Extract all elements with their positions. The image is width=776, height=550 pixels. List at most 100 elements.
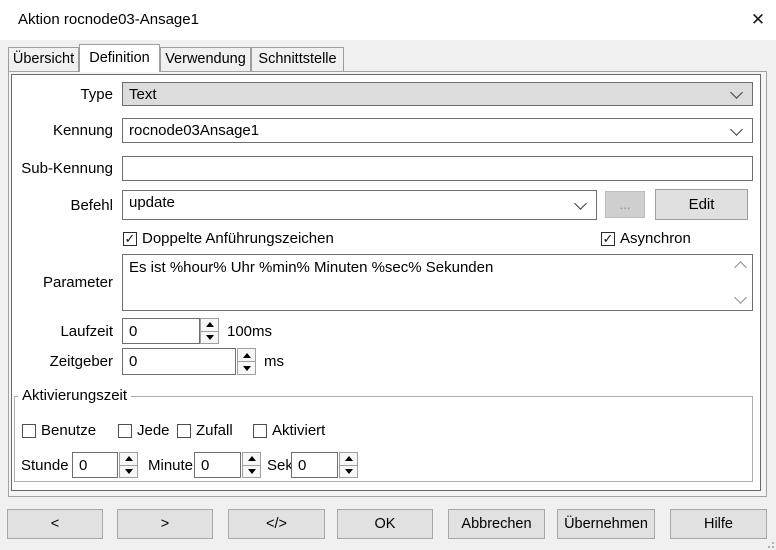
next-button-label: > [161, 516, 169, 532]
tab-label: Definition [89, 50, 149, 66]
checkbox-jede[interactable] [118, 424, 132, 438]
spin-up-button[interactable] [339, 452, 358, 466]
edit-button[interactable]: Edit [655, 189, 748, 220]
uebernehmen-button[interactable]: Übernehmen [557, 509, 655, 539]
befehl-more-button[interactable]: ... [605, 191, 645, 218]
tab-label: Verwendung [165, 51, 246, 67]
spin-up-button[interactable] [200, 318, 219, 332]
checkbox-jede-label: Jede [137, 423, 170, 439]
spin-down-button[interactable] [242, 466, 261, 479]
edit-button-label: Edit [689, 196, 715, 213]
checkbox-asynchron-label: Asynchron [620, 231, 691, 247]
parameter-value: Es ist %hour% Uhr %min% Minuten %sec% Se… [129, 259, 493, 276]
kennung-value: rocnode03Ansage1 [129, 122, 259, 139]
aktivierungszeit-title: Aktivierungszeit [18, 388, 131, 404]
tab-verwendung[interactable]: Verwendung [160, 47, 251, 71]
ok-button-label: OK [375, 516, 396, 532]
spin-down-icon [125, 469, 133, 474]
stunde-input[interactable] [72, 452, 118, 478]
checkbox-zufall-label: Zufall [196, 423, 233, 439]
stunde-stepper [119, 452, 138, 478]
ok-button[interactable]: OK [337, 509, 433, 539]
spin-down-button[interactable] [339, 466, 358, 479]
spin-down-icon [248, 469, 256, 474]
code-button[interactable]: </> [228, 509, 325, 539]
zeitgeber-stepper [237, 348, 256, 375]
next-button[interactable]: > [117, 509, 213, 539]
befehl-value: update [129, 194, 175, 211]
parameter-label: Parameter [10, 254, 113, 311]
close-icon[interactable]: ✕ [740, 0, 776, 40]
checkbox-doppelte-label: Doppelte Anführungszeichen [142, 231, 334, 247]
spin-down-button[interactable] [119, 466, 138, 479]
checkbox-zufall[interactable] [177, 424, 191, 438]
resize-grip-icon[interactable] [766, 540, 774, 548]
spin-up-button[interactable] [237, 348, 256, 362]
scroll-down-icon[interactable] [734, 291, 747, 304]
window-title: Aktion rocnode03-Ansage1 [18, 0, 199, 40]
spin-down-icon [345, 469, 353, 474]
parameter-textarea[interactable]: Es ist %hour% Uhr %min% Minuten %sec% Se… [122, 254, 753, 311]
zeitgeber-label: Zeitgeber [10, 348, 113, 375]
chevron-down-icon [730, 123, 743, 136]
laufzeit-label: Laufzeit [10, 318, 113, 344]
scroll-up-icon[interactable] [734, 261, 747, 274]
abbrechen-button-label: Abbrechen [461, 516, 531, 532]
laufzeit-unit: 100ms [227, 318, 272, 344]
spin-up-button[interactable] [242, 452, 261, 466]
spin-up-button[interactable] [119, 452, 138, 466]
type-dropdown[interactable]: Text [122, 82, 753, 106]
hilfe-button-label: Hilfe [704, 516, 733, 532]
checkbox-aktiviert[interactable] [253, 424, 267, 438]
sub-kennung-input[interactable] [122, 156, 753, 181]
checkbox-benutze[interactable] [22, 424, 36, 438]
spin-up-icon [206, 322, 214, 327]
ellipsis-icon: ... [620, 197, 631, 212]
tab-uebersicht[interactable]: Übersicht [8, 47, 79, 71]
befehl-label: Befehl [10, 190, 113, 220]
tab-schnittstelle[interactable]: Schnittstelle [251, 47, 344, 71]
stunde-label: Stunde [21, 452, 69, 478]
laufzeit-stepper [200, 318, 219, 344]
title-bar: Aktion rocnode03-Ansage1 ✕ [0, 0, 776, 40]
checkbox-aktiviert-label: Aktiviert [272, 423, 325, 439]
spin-down-button[interactable] [237, 362, 256, 375]
kennung-combobox[interactable]: rocnode03Ansage1 [122, 118, 753, 143]
checkmark-icon: ✓ [603, 232, 614, 245]
minute-stepper [242, 452, 261, 478]
type-label: Type [10, 82, 113, 106]
sek-stepper [339, 452, 358, 478]
checkbox-doppelte[interactable]: ✓ [123, 232, 137, 246]
spin-up-icon [345, 456, 353, 461]
uebernehmen-button-label: Übernehmen [564, 516, 648, 532]
tab-definition[interactable]: Definition [79, 44, 160, 72]
laufzeit-input[interactable] [122, 318, 200, 344]
minute-input[interactable] [194, 452, 241, 478]
code-button-label: </> [266, 516, 287, 532]
tab-label: Schnittstelle [258, 51, 336, 67]
abbrechen-button[interactable]: Abbrechen [448, 509, 545, 539]
dialog-aktion: Aktion rocnode03-Ansage1 ✕ Übersicht Def… [0, 0, 776, 550]
sub-kennung-label: Sub-Kennung [10, 156, 113, 181]
spin-up-icon [248, 456, 256, 461]
spin-up-icon [125, 456, 133, 461]
spin-down-icon [243, 366, 251, 371]
zeitgeber-input[interactable] [122, 348, 236, 375]
prev-button-label: < [51, 516, 59, 532]
tab-label: Übersicht [13, 51, 74, 67]
checkbox-asynchron[interactable]: ✓ [601, 232, 615, 246]
chevron-down-icon [574, 197, 587, 210]
befehl-combobox[interactable]: update [122, 190, 597, 220]
chevron-down-icon [730, 86, 743, 99]
spin-down-icon [206, 335, 214, 340]
sek-input[interactable] [291, 452, 338, 478]
checkbox-benutze-label: Benutze [41, 423, 96, 439]
hilfe-button[interactable]: Hilfe [670, 509, 767, 539]
spin-down-button[interactable] [200, 332, 219, 345]
type-value: Text [129, 86, 157, 103]
checkmark-icon: ✓ [125, 232, 136, 245]
minute-label: Minute [148, 452, 193, 478]
zeitgeber-unit: ms [264, 348, 284, 375]
prev-button[interactable]: < [7, 509, 103, 539]
spin-up-icon [243, 353, 251, 358]
